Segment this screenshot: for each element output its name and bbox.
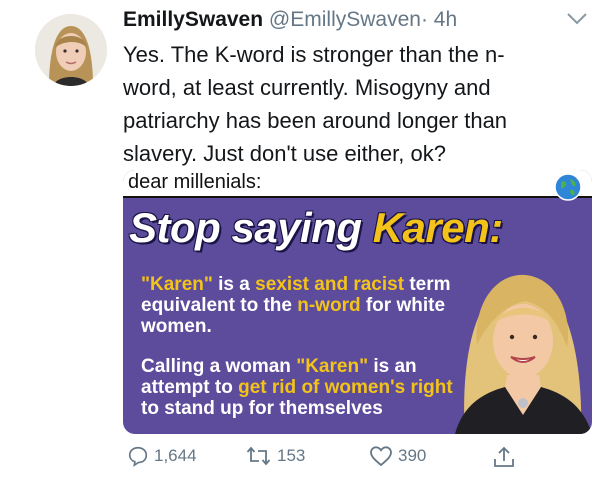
share-button[interactable] [493, 445, 520, 469]
woman-photo [455, 255, 592, 434]
display-name[interactable]: EmillySwaven [123, 8, 263, 31]
tweet-header: EmillySwaven @EmillySwaven· 4h [123, 8, 457, 32]
avatar-photo [35, 14, 107, 86]
like-count: 390 [398, 446, 427, 465]
media-headline: Stop saying Karen: [129, 204, 503, 252]
retweet-count: 153 [277, 446, 306, 465]
separator-dot: · [420, 8, 428, 31]
media-paragraph-2: Calling a woman "Karen" is an attempt to… [141, 356, 461, 419]
para-text: is a [212, 274, 256, 295]
headline-part: Stop saying [129, 204, 373, 251]
tweet-text-line: word, at least currently. Misogyny and [123, 75, 491, 100]
media-caption: dear millenials: [128, 171, 262, 193]
reply-icon [128, 446, 148, 467]
retweet-icon [246, 446, 271, 466]
para-text: "Karen" [296, 356, 369, 377]
para-text: to stand up for themselves [141, 398, 383, 419]
heart-icon [370, 446, 392, 467]
para-text: n-word [297, 295, 361, 316]
avatar[interactable] [35, 14, 107, 86]
headline-colon: : [489, 204, 503, 251]
tweet-text-line: slavery. Just don't use either, ok? [123, 141, 446, 166]
para-text: Calling a woman [141, 356, 297, 377]
tweet-timestamp[interactable]: 4h [434, 8, 457, 31]
globe-icon [553, 172, 583, 207]
para-text: sexist and racist [255, 274, 405, 295]
user-handle[interactable]: @EmillySwaven [269, 8, 421, 31]
tweet-text-line: patriarchy has been around longer than [123, 108, 508, 133]
reply-button[interactable]: 1,644 [127, 445, 197, 467]
share-icon [494, 446, 514, 467]
media-paragraph-1: "Karen" is a sexist and racist term equi… [141, 274, 461, 337]
reply-count: 1,644 [154, 446, 197, 465]
media-caption-bar: dear millenials: [123, 170, 592, 198]
chevron-down-icon[interactable] [566, 12, 588, 31]
tweet-actions: 1,644 153 390 [123, 445, 593, 475]
tweet-text: Yes. The K-word is stronger than the n- … [123, 38, 578, 170]
para-text: "Karen" [141, 274, 213, 295]
headline-karen: Karen [372, 204, 490, 251]
tweet-media-image[interactable]: dear millenials: Stop saying Karen: "Kar… [123, 170, 592, 434]
tweet-text-line: Yes. The K-word is stronger than the n- [123, 42, 505, 67]
like-button[interactable]: 390 [369, 445, 426, 467]
retweet-button[interactable]: 153 [246, 445, 305, 467]
para-text: get rid of women's right [238, 377, 453, 398]
